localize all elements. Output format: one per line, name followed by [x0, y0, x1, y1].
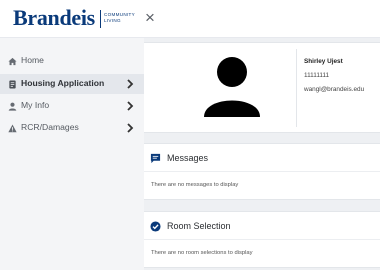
profile-email: wangl@brandeis.edu [304, 86, 365, 93]
sidebar: Home Housing Application My Info RCR/Dam [0, 38, 144, 270]
profile-name: Shirley Ujest [304, 58, 343, 65]
main-content: Shirley Ujest 11111111 wangl@brandeis.ed… [144, 38, 380, 270]
sidebar-item-label: Home [21, 55, 44, 65]
top-header: Brandeis COMMUNITY LIVING × [0, 0, 380, 38]
warning-icon [8, 124, 17, 133]
brand-logo[interactable]: Brandeis COMMUNITY LIVING [0, 0, 144, 38]
profile-card: Shirley Ujest 11111111 wangl@brandeis.ed… [144, 42, 380, 133]
person-silhouette-icon [204, 57, 260, 117]
brand-subtitle-line2: LIVING [104, 17, 121, 23]
room-selection-card: Room Selection There are no room selecti… [144, 211, 380, 268]
logo-divider [100, 10, 101, 28]
home-icon [8, 57, 17, 66]
room-selection-header: Room Selection [144, 212, 380, 240]
sidebar-item-my-info[interactable]: My Info [0, 96, 144, 116]
sidebar-item-label: RCR/Damages [21, 122, 79, 132]
room-selection-title: Room Selection [167, 221, 231, 231]
sidebar-item-label: Housing Application [21, 78, 105, 88]
brand-name: Brandeis [13, 5, 95, 30]
messages-card: Messages There are no messages to displa… [144, 143, 380, 200]
sidebar-item-rcr-damages[interactable]: RCR/Damages [0, 118, 144, 138]
close-icon[interactable]: × [145, 9, 155, 27]
messages-title: Messages [167, 153, 209, 163]
document-icon [9, 80, 16, 89]
chevron-right-icon [127, 123, 134, 133]
sidebar-item-home[interactable]: Home [0, 51, 144, 71]
sidebar-item-housing-application[interactable]: Housing Application [0, 74, 144, 94]
messages-header: Messages [144, 144, 380, 172]
check-circle-icon [150, 221, 161, 232]
sidebar-item-label: My Info [21, 100, 50, 110]
chevron-right-icon [127, 101, 134, 111]
profile-divider [296, 49, 297, 127]
room-selection-empty-text: There are no room selections to display [151, 250, 253, 256]
brand-subtitle: COMMUNITY LIVING [104, 12, 135, 23]
chevron-right-icon [127, 79, 134, 89]
chat-icon [150, 153, 161, 164]
profile-id: 11111111 [304, 72, 330, 79]
messages-empty-text: There are no messages to display [151, 182, 239, 188]
person-icon [8, 102, 17, 111]
brand-subtitle-line1: COMMUNITY [104, 12, 136, 17]
